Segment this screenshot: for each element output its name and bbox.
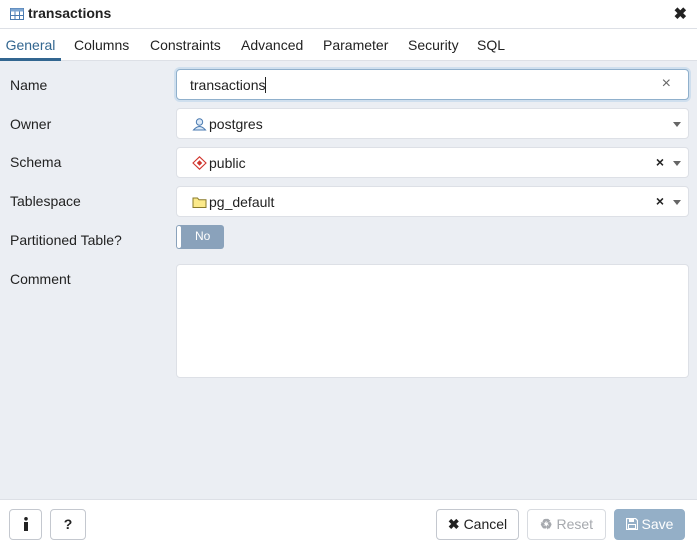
text-caret xyxy=(265,77,267,93)
tab-bar: General Columns Constraints Advanced Par… xyxy=(0,29,697,61)
tab-advanced[interactable]: Advanced xyxy=(241,29,303,61)
owner-value: postgres xyxy=(209,116,263,132)
close-icon[interactable]: ✖ xyxy=(674,4,687,24)
toggle-label: No xyxy=(195,229,211,243)
reset-button[interactable]: ♻ Reset xyxy=(527,509,606,540)
tab-parameter[interactable]: Parameter xyxy=(323,29,388,61)
chevron-down-icon[interactable] xyxy=(673,200,681,205)
schema-icon xyxy=(192,156,207,170)
tablespace-value: pg_default xyxy=(209,194,275,210)
tab-general[interactable]: General xyxy=(0,29,61,61)
name-label: Name xyxy=(10,77,48,93)
save-button[interactable]: Save xyxy=(614,509,685,540)
schema-value: public xyxy=(209,155,246,171)
table-icon xyxy=(10,8,24,20)
tablespace-select[interactable]: pg_default × xyxy=(176,186,689,217)
comment-textarea[interactable] xyxy=(176,264,689,378)
tab-sql[interactable]: SQL xyxy=(477,29,505,61)
dialog-footer: ? ✖ Cancel ♻ Reset Save xyxy=(0,499,697,548)
name-value: transactions xyxy=(190,77,266,93)
comment-label: Comment xyxy=(10,271,71,287)
help-button[interactable]: ? xyxy=(50,509,86,540)
tablespace-label: Tablespace xyxy=(10,193,81,209)
close-icon: ✖ xyxy=(447,516,460,532)
save-label: Save xyxy=(641,516,674,532)
cancel-button[interactable]: ✖ Cancel xyxy=(436,509,519,540)
dialog-titlebar: transactions ✖ xyxy=(0,0,697,29)
clear-icon[interactable]: × xyxy=(662,75,671,93)
reset-label: Reset xyxy=(556,516,594,532)
owner-label: Owner xyxy=(10,116,52,132)
help-icon: ? xyxy=(63,516,73,532)
toggle-knob xyxy=(177,226,181,248)
schema-select[interactable]: public × xyxy=(176,147,689,178)
name-input[interactable]: transactions × xyxy=(176,69,689,100)
chevron-down-icon[interactable] xyxy=(673,161,681,166)
owner-select[interactable]: postgres xyxy=(176,108,689,139)
recycle-icon: ♻ xyxy=(539,516,553,532)
tab-columns[interactable]: Columns xyxy=(74,29,129,61)
partitioned-toggle[interactable]: No xyxy=(176,225,224,249)
tab-constraints[interactable]: Constraints xyxy=(150,29,221,61)
user-icon xyxy=(192,118,207,131)
info-icon xyxy=(23,517,28,531)
folder-icon xyxy=(192,197,207,208)
dialog-title: transactions xyxy=(28,5,112,21)
tab-security[interactable]: Security xyxy=(408,29,459,61)
save-icon xyxy=(625,517,638,531)
schema-label: Schema xyxy=(10,154,62,170)
clear-icon[interactable]: × xyxy=(656,193,664,209)
cancel-label: Cancel xyxy=(463,516,508,532)
info-button[interactable] xyxy=(9,509,42,540)
clear-icon[interactable]: × xyxy=(656,154,664,170)
chevron-down-icon[interactable] xyxy=(673,122,681,127)
partitioned-label: Partitioned Table? xyxy=(10,232,122,248)
